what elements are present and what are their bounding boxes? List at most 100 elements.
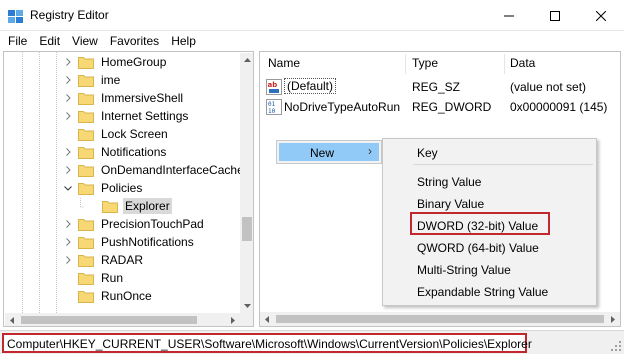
- folder-icon: [78, 237, 94, 249]
- tree-item[interactable]: Run: [63, 269, 125, 287]
- list-horizontal-scrollbar[interactable]: [260, 312, 620, 326]
- tree-item-label: ime: [101, 73, 121, 87]
- tree-item-label: Policies: [101, 181, 143, 195]
- scroll-corner: [240, 313, 253, 326]
- dword-value-icon: 01 10: [266, 99, 282, 115]
- tree-item[interactable]: Lock Screen: [63, 125, 170, 143]
- chevron-right-icon[interactable]: [63, 233, 73, 251]
- submenu-item-binary-value[interactable]: Binary Value: [417, 197, 484, 211]
- chevron-right-icon[interactable]: [63, 251, 73, 269]
- tree-item-label: Run: [101, 271, 124, 285]
- scroll-down-icon[interactable]: [240, 299, 253, 313]
- menu-file[interactable]: File: [2, 31, 33, 51]
- tree-item[interactable]: Policies: [63, 179, 144, 197]
- menu-favorites[interactable]: Favorites: [104, 31, 165, 51]
- chevron-right-icon[interactable]: [63, 107, 73, 125]
- tree-horizontal-scrollbar[interactable]: [5, 313, 240, 326]
- column-divider[interactable]: [504, 54, 505, 74]
- submenu-item-qword-value[interactable]: QWORD (64-bit) Value: [417, 241, 539, 255]
- submenu-item-key[interactable]: Key: [417, 146, 438, 160]
- tree-item[interactable]: Internet Settings: [63, 107, 190, 125]
- tree-item[interactable]: Explorer: [87, 197, 172, 215]
- folder-icon: [78, 75, 94, 87]
- folder-icon: [78, 129, 94, 141]
- tree-item[interactable]: ImmersiveShell: [63, 89, 185, 107]
- menu-separator: [413, 164, 593, 165]
- chevron-right-icon[interactable]: [63, 215, 73, 233]
- tree-item-label: OnDemandInterfaceCache: [101, 163, 244, 177]
- list-horizontal-scroll-thumb[interactable]: [276, 315, 604, 323]
- svg-text:01: 01: [268, 101, 276, 108]
- tree-vertical-scrollbar[interactable]: [240, 53, 253, 313]
- tree-item-label: RunOnce: [101, 289, 152, 303]
- scroll-up-icon[interactable]: [240, 53, 253, 67]
- column-header-name[interactable]: Name: [268, 56, 300, 70]
- context-menu: New ›: [276, 140, 382, 164]
- value-name: NoDriveTypeAutoRun: [284, 100, 401, 114]
- tree-item[interactable]: Notifications: [63, 143, 168, 161]
- scroll-left-icon[interactable]: [260, 312, 274, 326]
- status-path: Computer\HKEY_CURRENT_USER\Software\Micr…: [7, 337, 532, 351]
- tree-item[interactable]: OnDemandInterfaceCache: [63, 161, 246, 179]
- key-tree-pane[interactable]: HomeGroup ime ImmersiveShell Internet Setti…: [3, 51, 254, 327]
- menu-edit[interactable]: Edit: [33, 31, 66, 51]
- close-icon: [596, 10, 606, 21]
- tree-item-label: Internet Settings: [101, 109, 189, 123]
- resize-grip-icon[interactable]: [610, 340, 622, 352]
- minimize-button[interactable]: [486, 0, 532, 31]
- menu-bar: File Edit View Favorites Help: [0, 31, 624, 51]
- registry-editor-icon: [8, 10, 23, 23]
- folder-icon: [78, 255, 94, 267]
- value-row[interactable]: ab (Default) REG_SZ (value not set): [260, 77, 620, 97]
- chevron-right-icon[interactable]: [63, 71, 73, 89]
- column-header-type[interactable]: Type: [412, 56, 438, 70]
- tree-item[interactable]: RADAR: [63, 251, 145, 269]
- tree-item[interactable]: HomeGroup: [63, 53, 168, 71]
- scroll-right-icon[interactable]: [226, 313, 240, 326]
- title-bar: Registry Editor: [0, 0, 624, 31]
- tree-item[interactable]: PushNotifications: [63, 233, 196, 251]
- submenu-item-string-value[interactable]: String Value: [417, 175, 481, 189]
- menu-help[interactable]: Help: [165, 31, 202, 51]
- maximize-button[interactable]: [532, 0, 578, 31]
- chevron-right-icon: ›: [368, 144, 372, 158]
- tree-item[interactable]: PrecisionTouchPad: [63, 215, 206, 233]
- tree-vertical-scroll-thumb[interactable]: [242, 217, 252, 241]
- menu-view[interactable]: View: [66, 31, 104, 51]
- string-value-icon: ab: [266, 79, 282, 95]
- tree-item-label: Explorer: [123, 198, 172, 214]
- submenu-item-multi-string-value[interactable]: Multi-String Value: [417, 263, 511, 277]
- tree-item[interactable]: RunOnce: [63, 287, 154, 305]
- tree-item-label: Lock Screen: [101, 127, 168, 141]
- folder-icon: [78, 273, 94, 285]
- tree-item-label: PushNotifications: [101, 235, 194, 249]
- scroll-right-icon[interactable]: [606, 312, 620, 326]
- tree-item[interactable]: ime: [63, 71, 122, 89]
- submenu-item-expandable-string-value[interactable]: Expandable String Value: [417, 285, 548, 299]
- folder-icon: [78, 291, 94, 303]
- chevron-right-icon[interactable]: [63, 89, 73, 107]
- minimize-icon: [504, 15, 514, 16]
- close-button[interactable]: [578, 0, 624, 31]
- chevron-right-icon[interactable]: [63, 161, 73, 179]
- column-header-data[interactable]: Data: [510, 56, 535, 70]
- chevron-down-icon[interactable]: [63, 179, 73, 197]
- value-data: (value not set): [510, 80, 587, 94]
- column-divider[interactable]: [405, 54, 406, 74]
- folder-icon: [78, 147, 94, 159]
- tree-horizontal-scroll-thumb[interactable]: [21, 316, 197, 324]
- value-data: 0x00000091 (145): [510, 100, 608, 114]
- chevron-right-icon[interactable]: [63, 143, 73, 161]
- svg-text:ab: ab: [268, 81, 278, 89]
- scroll-left-icon[interactable]: [5, 313, 19, 326]
- maximize-icon: [550, 10, 560, 21]
- status-path-highlight: Computer\HKEY_CURRENT_USER\Software\Micr…: [2, 333, 532, 353]
- svg-text:10: 10: [268, 108, 276, 115]
- dword-highlight-box: [410, 212, 550, 235]
- value-row[interactable]: 01 10 NoDriveTypeAutoRun REG_DWORD 0x000…: [260, 97, 620, 117]
- chevron-right-icon[interactable]: [63, 53, 73, 71]
